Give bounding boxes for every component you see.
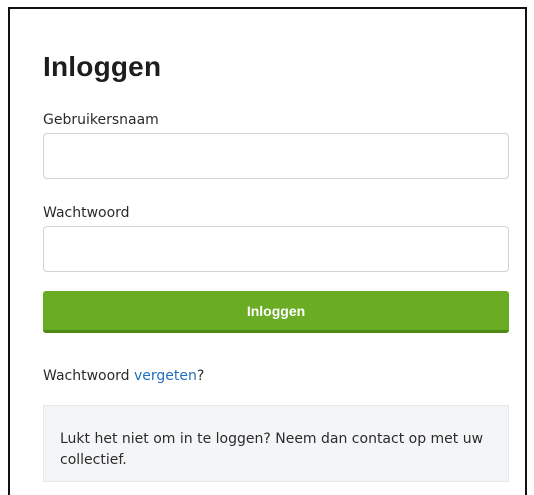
username-input[interactable] [43,133,509,179]
help-message-text: Lukt het niet om in te loggen? Neem dan … [60,431,484,468]
password-input[interactable] [43,226,509,272]
password-label: Wachtwoord [43,205,130,221]
login-button[interactable]: Inloggen [43,291,509,333]
forgot-password-suffix: ? [196,368,205,384]
forgot-password-prefix: Wachtwoord [43,368,135,384]
login-panel: Inloggen Gebruikersnaam Wachtwoord Inlog… [8,7,527,495]
page-title: Inloggen [43,51,162,82]
forgot-password-text: Wachtwoord vergeten? [43,367,204,385]
forgot-password-link[interactable]: vergeten [134,368,197,384]
help-message-box: Lukt het niet om in te loggen? Neem dan … [43,405,509,482]
username-label: Gebruikersnaam [43,112,159,128]
